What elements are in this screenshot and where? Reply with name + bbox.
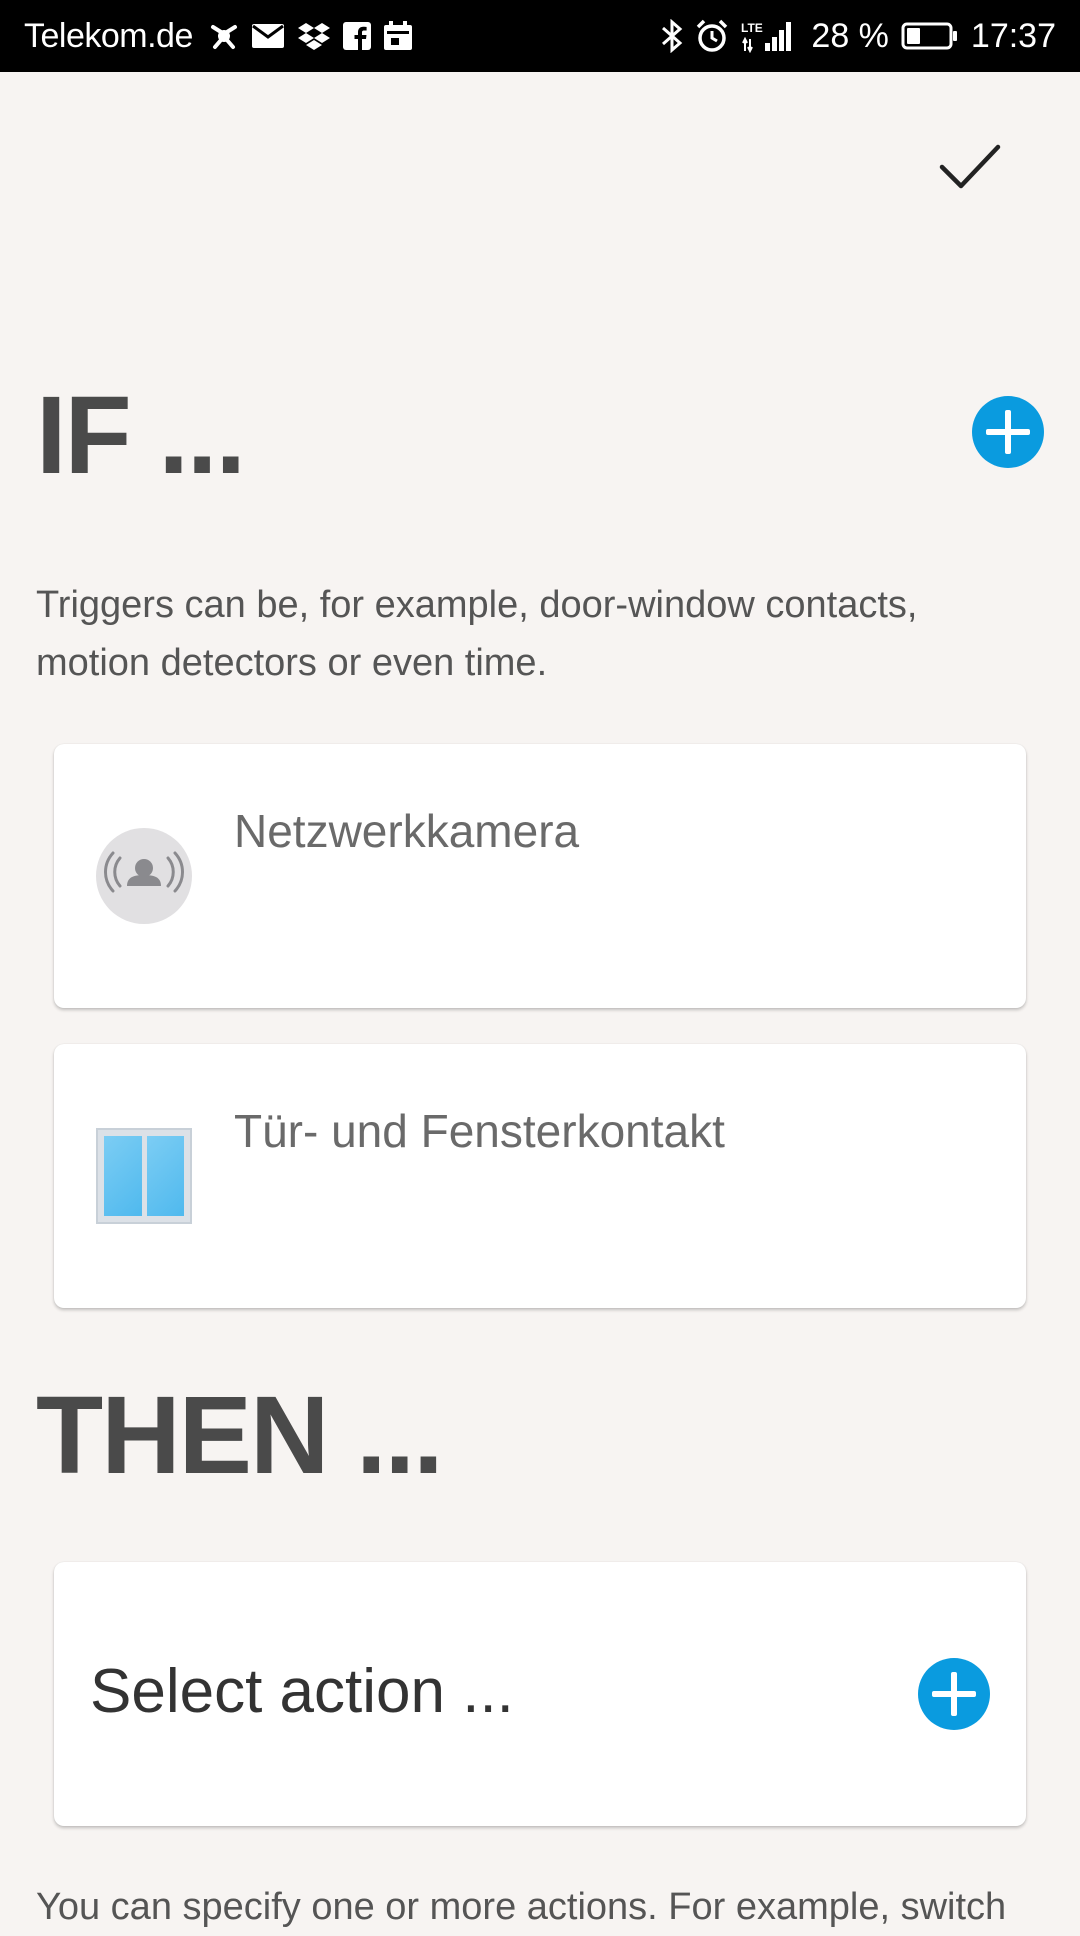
bluetooth-icon (661, 19, 683, 53)
trigger-card-netzwerkkamera[interactable]: Netzwerkkamera (54, 744, 1026, 1008)
then-section-description: You can specify one or more actions. For… (36, 1886, 1007, 1928)
calendar-icon (383, 21, 413, 51)
checkmark-icon (939, 144, 1001, 189)
select-action-label: Select action ... (90, 1657, 514, 1726)
status-bar: Telekom.de LTE 28 % 17:37 (0, 0, 1080, 72)
battery-icon (901, 21, 959, 51)
carrier-name: Telekom.de (24, 16, 193, 55)
if-section-description: Triggers can be, for example, door-windo… (36, 584, 918, 684)
add-trigger-button[interactable] (972, 396, 1044, 468)
mail-icon (251, 23, 285, 49)
trigger-card-tuer-fensterkontakt[interactable]: Tür- und Fensterkontakt (54, 1044, 1026, 1308)
confirm-button[interactable] (930, 132, 1010, 202)
then-section-title: THEN ... (36, 1374, 444, 1497)
trigger-label: Tür- und Fensterkontakt (234, 1105, 725, 1157)
network-camera-icon (96, 828, 192, 924)
window-pane-right (146, 1136, 184, 1216)
status-bar-right: LTE 28 % 17:37 (661, 17, 1056, 56)
if-section-title: IF ... (36, 374, 246, 497)
status-bar-left: Telekom.de (24, 17, 413, 56)
door-window-contact-icon (96, 1128, 192, 1224)
lte-signal-icon: LTE (741, 19, 795, 53)
battery-percentage: 28 % (811, 16, 889, 55)
network-type-label: LTE (741, 21, 763, 35)
trigger-label: Netzwerkkamera (234, 805, 580, 857)
window-pane-left (104, 1136, 142, 1216)
select-action-card[interactable]: Select action ... (54, 1562, 1026, 1826)
alarm-icon (695, 19, 729, 53)
facebook-icon (342, 22, 371, 50)
notification-app-icon (209, 21, 239, 51)
rule-editor-screen: IF ... Triggers can be, for example, doo… (0, 72, 1080, 1928)
clock-time: 17:37 (970, 16, 1056, 55)
dropbox-icon (297, 21, 331, 51)
add-action-button[interactable] (918, 1658, 990, 1730)
